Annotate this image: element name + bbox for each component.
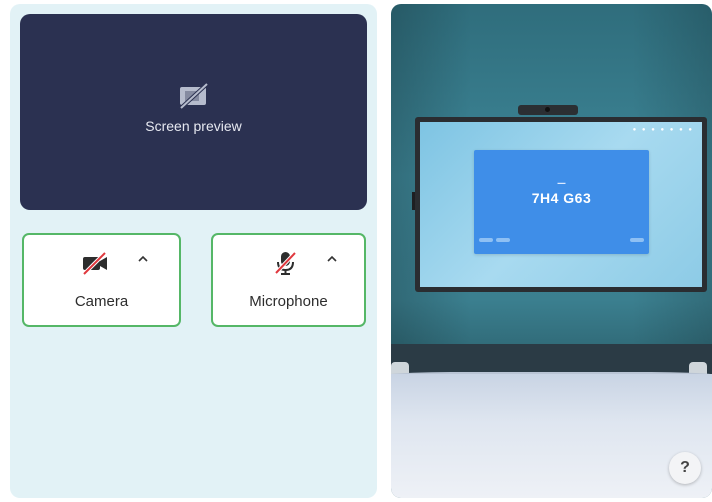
room-code: 7H4 G63: [531, 190, 592, 206]
room-code-card: ▬▬ 7H4 G63: [474, 150, 649, 254]
microphone-off-icon: [274, 251, 297, 275]
left-panel: Screen preview Camera Microphone: [10, 4, 377, 498]
screen-off-icon: [179, 82, 208, 110]
conference-table: [391, 374, 712, 498]
screen-preview: Screen preview: [20, 14, 367, 210]
room-illustration: ● ● ● ● ● ● ● ▬▬ 7H4 G63 ?: [391, 4, 712, 498]
camera-label: Camera: [74, 293, 129, 310]
camera-button[interactable]: Camera: [22, 233, 181, 327]
help-button[interactable]: ?: [669, 452, 701, 484]
microphone-label: Microphone: [249, 293, 328, 310]
microphone-options-chevron-up-icon[interactable]: [325, 251, 339, 265]
microphone-button[interactable]: Microphone: [211, 233, 366, 327]
room-camera: [518, 105, 578, 115]
camera-off-icon: [82, 251, 107, 276]
camera-options-chevron-up-icon[interactable]: [136, 251, 150, 265]
screen-preview-label: Screen preview: [145, 118, 242, 134]
